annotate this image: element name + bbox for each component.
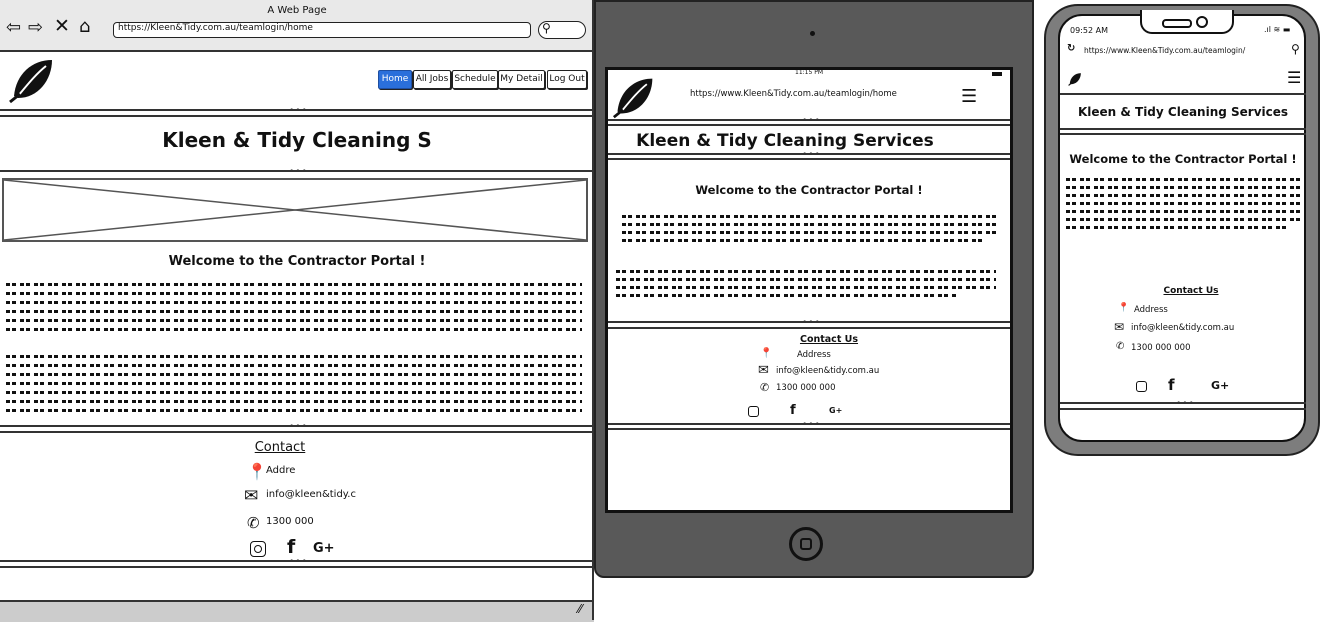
tablet-url-text[interactable]: https://www.Kleen&Tidy.com.au/teamlogin/… — [690, 89, 897, 99]
welcome-heading: Welcome to the Contractor Portal ! — [168, 254, 426, 269]
phone-url-text[interactable]: https://www.Kleen&Tidy.com.au/teamlogin/ — [1084, 46, 1245, 55]
tablet-address-text: Address — [797, 350, 831, 360]
front-camera-icon — [1196, 16, 1208, 28]
window-title: A Web Page — [267, 5, 327, 16]
facebook-icon[interactable]: f — [287, 536, 295, 558]
phone-welcome-heading: Welcome to the Contractor Portal ! — [1069, 152, 1297, 166]
instagram-icon[interactable] — [250, 541, 266, 557]
resize-grip-icon[interactable]: ⁄⁄ — [578, 602, 582, 616]
signal-icon: .ıl ≋ ▬ — [1264, 25, 1291, 34]
google-plus-icon[interactable]: G+ — [1211, 379, 1229, 392]
nav-my-detail-button[interactable]: My Detail — [498, 70, 545, 89]
leaf-logo-icon[interactable] — [8, 56, 56, 104]
phone-icon: ✆ — [760, 381, 770, 394]
divider — [1060, 133, 1306, 135]
google-plus-icon[interactable]: G+ — [829, 406, 842, 415]
speaker-icon — [1162, 19, 1192, 28]
search-icon[interactable]: ⚲ — [1291, 42, 1300, 56]
envelope-icon: ✉ — [758, 363, 769, 378]
close-icon[interactable]: ✕ — [54, 15, 70, 37]
tablet-phone-text: 1300 000 000 — [776, 383, 836, 393]
tablet-welcome-heading: Welcome to the Contractor Portal ! — [695, 183, 923, 197]
instagram-icon[interactable] — [1136, 381, 1147, 392]
phone-icon: ✆ — [1116, 341, 1125, 352]
tablet-home-button[interactable] — [789, 527, 823, 561]
desktop-browser: A Web Page ⇦ ⇨ ✕ ⌂ https://Kleen&Tidy.co… — [0, 0, 594, 622]
battery-icon — [992, 72, 1002, 76]
contact-heading[interactable]: Contact — [0, 440, 560, 455]
url-text: https://Kleen&Tidy.com.au/teamlogin/home — [118, 23, 313, 33]
reload-icon[interactable]: ↻ — [1067, 43, 1075, 54]
envelope-icon: ✉ — [244, 486, 259, 506]
phone-text: 1300 000 — [266, 516, 314, 527]
tablet-camera — [810, 31, 815, 36]
tablet-contact-heading[interactable]: Contact Us — [605, 334, 1053, 345]
forward-icon[interactable]: ⇨ — [28, 17, 43, 38]
facebook-icon[interactable]: f — [790, 403, 796, 418]
resize-dots: ••• — [289, 167, 308, 177]
divider — [1060, 128, 1306, 130]
nav-schedule-button[interactable]: Schedule — [452, 70, 498, 89]
hamburger-menu-icon[interactable]: ☰ — [961, 86, 977, 107]
resize-dots: ••• — [289, 422, 308, 432]
phone-contact-heading[interactable]: Contact Us — [1060, 286, 1322, 296]
nav-log-out-button[interactable]: Log Out — [547, 70, 587, 89]
facebook-icon[interactable]: f — [1168, 376, 1175, 394]
leaf-logo-icon[interactable] — [1068, 72, 1082, 86]
phone-status-time: 09:52 AM — [1070, 26, 1108, 35]
instagram-icon[interactable] — [748, 406, 759, 417]
resize-dots: ••• — [289, 106, 308, 116]
page-title: Kleen & Tidy Cleaning S — [162, 128, 432, 152]
tablet-email-text[interactable]: info@kleen&tidy.com.au — [776, 366, 879, 376]
resize-dots: ••• — [802, 150, 821, 160]
resize-dots: ••• — [289, 557, 308, 567]
phone-email-text[interactable]: info@kleen&tidy.com.au — [1131, 323, 1234, 333]
nav-home-button[interactable]: Home — [378, 70, 412, 89]
location-pin-icon: 📍 — [760, 348, 773, 359]
resize-dots: ••• — [802, 420, 821, 430]
hero-image-placeholder — [2, 178, 588, 242]
back-icon[interactable]: ⇦ — [6, 17, 21, 38]
leaf-logo-icon[interactable] — [612, 74, 656, 120]
hamburger-menu-icon[interactable]: ☰ — [1287, 68, 1301, 87]
resize-dots: ••• — [802, 318, 821, 328]
phone-address-text: Address — [1134, 305, 1168, 315]
divider — [1060, 93, 1306, 95]
tablet-page-title: Kleen & Tidy Cleaning Services — [636, 131, 934, 151]
browser-statusbar — [0, 600, 594, 622]
location-pin-icon: 📍 — [247, 462, 267, 481]
resize-dots: ••• — [802, 116, 821, 126]
address-text: Addre — [266, 465, 296, 476]
nav-all-jobs-button[interactable]: All Jobs — [413, 70, 451, 89]
phone-icon: ✆ — [247, 514, 260, 532]
location-pin-icon: 📍 — [1118, 303, 1130, 313]
phone-phone-text: 1300 000 000 — [1131, 343, 1191, 353]
home-icon[interactable]: ⌂ — [79, 16, 90, 37]
google-plus-icon[interactable]: G+ — [313, 541, 335, 556]
search-icon[interactable]: ⚲ — [542, 21, 551, 35]
tablet-status-time: 11:15 PM — [795, 69, 823, 76]
phone-page-title: Kleen & Tidy Cleaning Services — [1077, 105, 1289, 119]
resize-dots: ••• — [1176, 399, 1195, 409]
envelope-icon: ✉ — [1114, 320, 1125, 334]
email-text[interactable]: info@kleen&tidy.c — [266, 489, 356, 500]
